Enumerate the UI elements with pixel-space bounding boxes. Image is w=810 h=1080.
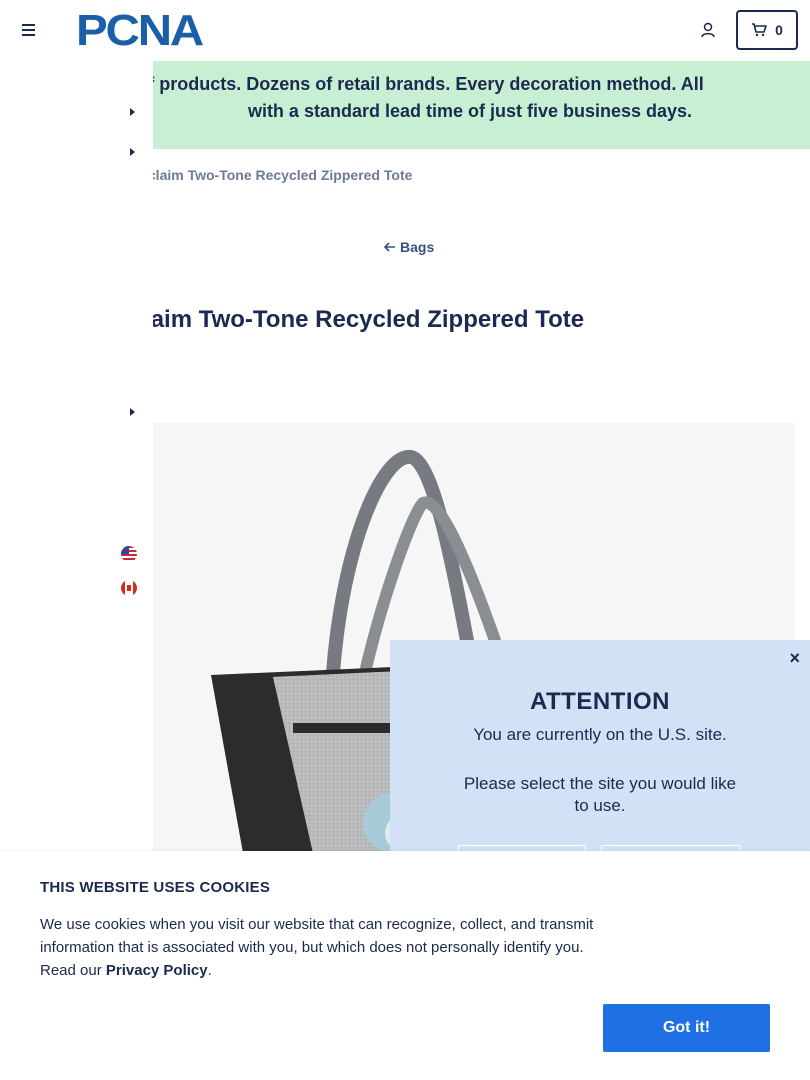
promo-line-1: Thousands of products. Dozens of retail … <box>130 74 704 94</box>
canada-flag-icon[interactable] <box>121 580 137 596</box>
arrow-left-icon <box>384 242 395 252</box>
privacy-policy-link[interactable]: Privacy Policy <box>106 962 208 979</box>
popup-select-site-text: Please select the site you would like to… <box>463 774 737 815</box>
promo-banner: Thousands of products. Dozens of retail … <box>130 61 810 149</box>
promo-line-2: with a standard lead time of just five b… <box>247 101 693 121</box>
popup-title: ATTENTION <box>529 688 671 715</box>
breadcrumb-current: Reclaim Two-Tone Recycled Zippered Tote <box>130 167 413 183</box>
us-flag-icon[interactable] <box>121 546 137 562</box>
product-title: Reclaim Two-Tone Recycled Zippered Tote <box>100 306 585 333</box>
site-header: PCNA 0 <box>0 0 810 61</box>
site-selection-popup: × ATTENTION You are currently on the U.S… <box>390 640 810 865</box>
cart-count: 0 <box>775 22 783 38</box>
pcna-logo[interactable]: PCNA <box>76 8 226 54</box>
user-account-icon[interactable] <box>700 22 716 38</box>
back-to-bags-link[interactable]: Bags <box>384 239 434 255</box>
cookie-banner-title: THIS WEBSITE USES COOKIES <box>40 879 271 896</box>
got-it-button[interactable]: Got it! <box>603 1004 770 1052</box>
chevron-right-icon[interactable] <box>130 148 135 156</box>
side-menu <box>0 61 153 851</box>
cookie-banner: THIS WEBSITE USES COOKIES We use cookies… <box>0 851 810 1080</box>
hamburger-menu-icon[interactable] <box>22 24 35 36</box>
chevron-right-icon[interactable] <box>130 408 135 416</box>
close-icon[interactable]: × <box>789 648 800 669</box>
cart-button[interactable]: 0 <box>736 10 798 50</box>
breadcrumb[interactable]: Reclaim Two-Tone Recycled Zippered Tote <box>130 167 412 183</box>
chevron-right-icon[interactable] <box>130 108 135 116</box>
popup-current-site-text: You are currently on the U.S. site. <box>473 725 727 744</box>
cookie-banner-text: We use cookies when you visit our websit… <box>40 916 594 979</box>
cart-icon <box>752 23 767 37</box>
